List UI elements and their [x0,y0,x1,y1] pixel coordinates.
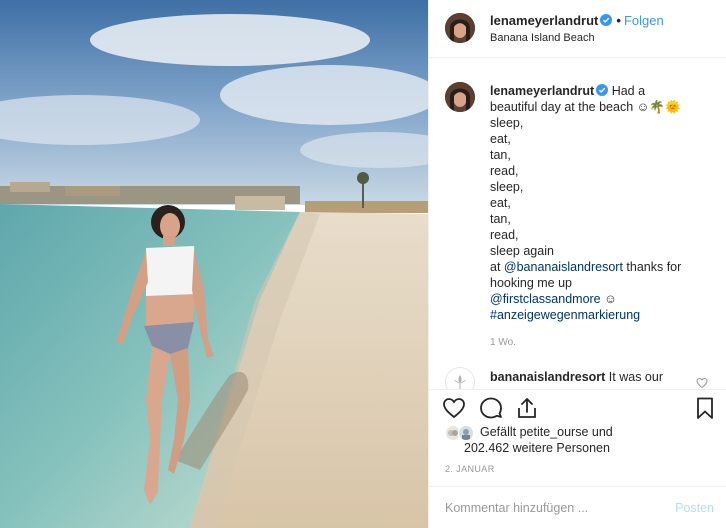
liker-avatar-image [462,429,470,440]
caption-smile: ☺ [600,292,617,306]
post-header: lenameyerlandrut • Folgen Banana Island Be… [429,0,726,58]
caption-at-prefix: at [490,260,504,274]
caption-line: tan, [490,148,511,162]
header-user-line: lenameyerlandrut • Folgen [490,13,664,28]
likes-summary[interactable]: Gefällt petite_ourse und 202.462 weitere… [445,425,715,461]
speech-bubble-icon [480,397,502,419]
save-button[interactable] [693,396,717,420]
caption-line: eat, [490,196,511,210]
mention-link[interactable]: @bananaislandresort [504,260,623,274]
comments-section[interactable]: lenameyerlandrut Had a beautiful day at … [429,59,726,389]
separator-dot: • [616,13,621,28]
post-photo[interactable] [0,0,428,528]
resort-logo-icon [454,375,466,389]
location-link[interactable]: Banana Island Beach [490,32,595,44]
post-comment-button[interactable]: Posten [675,501,714,515]
author-username[interactable]: lenameyerlandrut [490,13,598,28]
liker-avatar [458,425,474,441]
avatar-image [445,82,475,112]
caption-text: lenameyerlandrut Had a beautiful day at … [490,83,710,323]
caption-line: eat, [490,132,511,146]
caption-line: read, [490,228,519,242]
action-bar [429,389,726,425]
liker-avatars[interactable] [445,425,477,441]
reply-author-avatar[interactable] [445,367,475,389]
post-date[interactable]: 2. JANUAR [445,464,495,474]
share-icon [518,398,536,418]
likes-text-line1: Gefällt petite_ourse und [480,425,613,439]
caption-username[interactable]: lenameyerlandrut [490,84,594,98]
caption-line: sleep, [490,116,524,130]
caption-author-avatar[interactable] [445,82,475,112]
caption-line: sleep, [490,180,524,194]
share-button[interactable] [515,396,539,420]
reply-comment-text: It was our [605,370,663,384]
reply-comment: bananaislandresort It was our [490,369,710,385]
heart-icon [443,398,465,419]
beach-photo-image [0,0,428,528]
caption-line: Had a [611,84,646,98]
caption-line: sleep again [490,244,554,258]
mention-link[interactable]: @firstclassandmore [490,292,601,306]
reply-username[interactable]: bananaislandresort [490,370,605,384]
post-side-panel: lenameyerlandrut • Folgen Banana Island Be… [428,0,726,528]
verified-badge-icon [600,14,613,26]
caption-line: hooking me up [490,276,573,290]
comment-button[interactable] [479,396,503,420]
add-comment-section: Posten [429,486,726,528]
avatar-image [445,13,475,43]
comment-like-heart-icon[interactable] [696,377,708,389]
likes-count[interactable]: 202.462 weitere Personen [464,441,610,455]
caption-line: tan, [490,212,511,226]
like-button[interactable] [442,396,466,420]
hashtag-link[interactable]: #anzeigewegenmarkierung [490,308,640,322]
caption-line: beautiful day at the beach ☺🌴🌞 [490,100,681,114]
bookmark-icon [697,397,713,419]
follow-button[interactable]: Folgen [624,13,664,28]
caption-time-ago[interactable]: 1 Wo. [490,337,516,348]
caption-thanks: thanks for [622,260,682,274]
author-avatar[interactable] [445,13,475,43]
caption-line: read, [490,164,519,178]
comment-input[interactable] [445,499,645,517]
verified-badge-icon [596,84,609,96]
